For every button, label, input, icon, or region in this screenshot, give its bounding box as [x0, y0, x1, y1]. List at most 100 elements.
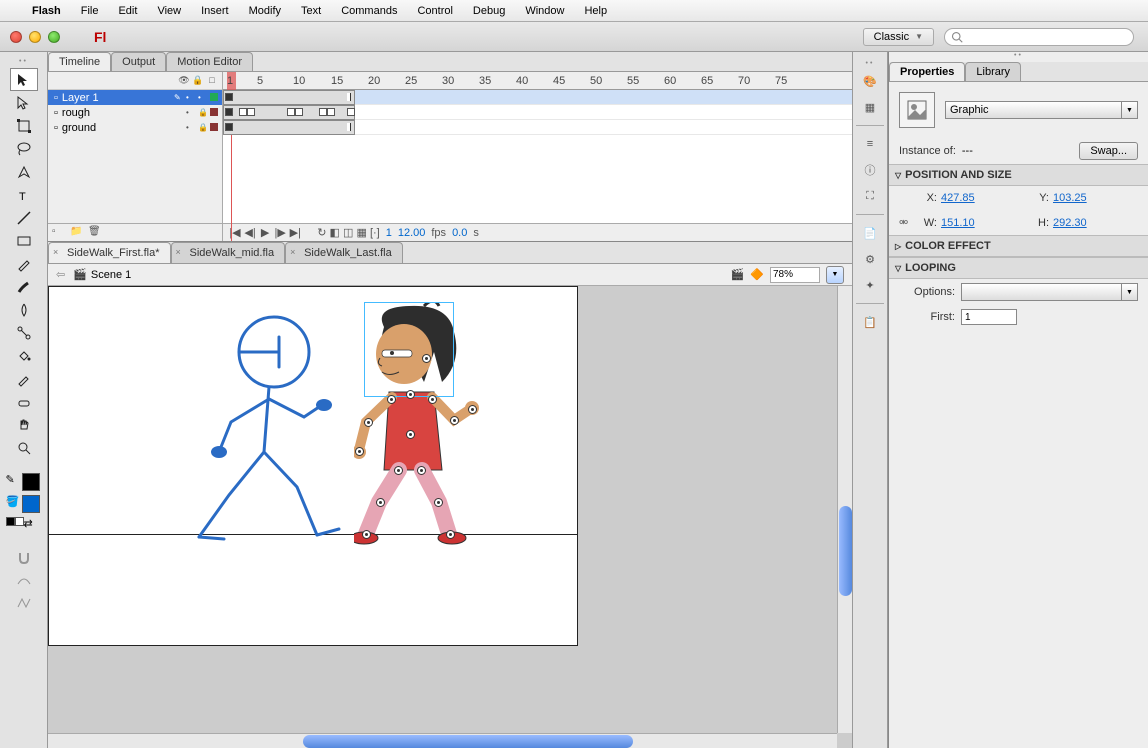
joint-icon[interactable] — [417, 466, 426, 475]
play-icon[interactable]: ▶ — [259, 226, 271, 239]
info-panel-icon[interactable]: ⓘ — [858, 158, 882, 182]
workspace-switcher[interactable]: Classic ▼ — [863, 28, 934, 46]
menu-control[interactable]: Control — [407, 2, 462, 20]
stroke-swatch[interactable]: ✎ — [6, 473, 42, 491]
onion-outline-icon[interactable]: ◫ — [343, 227, 353, 239]
tab-motion-editor[interactable]: Motion Editor — [166, 52, 253, 71]
section-looping[interactable]: ▽LOOPING — [889, 257, 1148, 279]
eyedropper-tool[interactable] — [10, 367, 38, 390]
deco-tool[interactable] — [10, 298, 38, 321]
selection-tool[interactable] — [10, 68, 38, 91]
stage[interactable] — [48, 286, 852, 748]
pencil-tool[interactable] — [10, 252, 38, 275]
new-layer-icon[interactable]: ▫ — [52, 226, 66, 240]
zoom-tool[interactable] — [10, 436, 38, 459]
prev-frame-icon[interactable]: ◀| — [244, 226, 256, 239]
menu-edit[interactable]: Edit — [108, 2, 147, 20]
zoom-input[interactable] — [770, 267, 820, 283]
section-position-size[interactable]: ▽POSITION AND SIZE — [889, 164, 1148, 186]
frame-row[interactable] — [223, 120, 852, 135]
zoom-dropdown[interactable]: ▼ — [826, 266, 844, 284]
joint-icon[interactable] — [406, 390, 415, 399]
project-panel-icon[interactable]: 📋 — [858, 310, 882, 334]
girl-character[interactable] — [354, 302, 509, 545]
joint-icon[interactable] — [406, 430, 415, 439]
scrollbar-vertical[interactable] — [837, 286, 852, 733]
joint-icon[interactable] — [450, 416, 459, 425]
symbol-type-dropdown[interactable]: Graphic ▼ — [945, 101, 1138, 119]
y-value[interactable]: 103.25 — [1053, 192, 1113, 204]
menu-modify[interactable]: Modify — [239, 2, 291, 20]
h-value[interactable]: 292.30 — [1053, 217, 1113, 229]
scene-breadcrumb[interactable]: 🎬 Scene 1 — [73, 268, 131, 281]
looping-options-dropdown[interactable]: ▼ — [961, 283, 1138, 301]
onion-skin-icon[interactable]: ◧ — [330, 227, 340, 239]
brush-tool[interactable] — [10, 275, 38, 298]
eye-icon[interactable]: 👁 — [178, 75, 190, 87]
frame-ruler[interactable]: 1 5 10 15 20 25 30 35 40 45 50 55 60 65 — [223, 72, 852, 90]
layer-row[interactable]: ▫ ground •🔒 — [48, 120, 222, 135]
joint-icon[interactable] — [422, 354, 431, 363]
menu-help[interactable]: Help — [574, 2, 617, 20]
fill-swatch[interactable]: 🪣 — [6, 495, 42, 513]
text-tool[interactable]: T — [10, 183, 38, 206]
edit-symbol-icon[interactable]: 🔶 — [750, 268, 764, 281]
next-frame-icon[interactable]: |▶ — [274, 226, 286, 239]
tab-timeline[interactable]: Timeline — [48, 52, 111, 71]
transform-panel-icon[interactable]: ⛶ — [858, 184, 882, 208]
smooth-tool[interactable] — [10, 568, 38, 591]
last-frame-icon[interactable]: ▶| — [289, 226, 301, 239]
x-value[interactable]: 427.85 — [941, 192, 1001, 204]
menu-debug[interactable]: Debug — [463, 2, 515, 20]
section-color-effect[interactable]: ▷COLOR EFFECT — [889, 235, 1148, 257]
components-panel-icon[interactable]: ⚙ — [858, 247, 882, 271]
menu-window[interactable]: Window — [515, 2, 574, 20]
frame-row[interactable] — [223, 105, 852, 120]
delete-layer-icon[interactable]: 🗑 — [88, 226, 102, 240]
edit-scene-icon[interactable]: 🎬 — [731, 268, 745, 281]
fps-value[interactable]: 12.00 — [398, 227, 426, 239]
menu-commands[interactable]: Commands — [331, 2, 407, 20]
joint-icon[interactable] — [387, 395, 396, 404]
lock-icon[interactable]: 🔒 — [192, 75, 204, 87]
lock-aspect-icon[interactable]: ⚮ — [899, 216, 913, 229]
scroll-thumb[interactable] — [839, 506, 852, 596]
rectangle-tool[interactable] — [10, 229, 38, 252]
joint-icon[interactable] — [428, 395, 437, 404]
menu-text[interactable]: Text — [291, 2, 331, 20]
outline-icon[interactable]: □ — [206, 75, 218, 87]
current-frame[interactable]: 1 — [386, 227, 392, 239]
color-panel-icon[interactable]: 🎨 — [858, 69, 882, 93]
joint-icon[interactable] — [376, 498, 385, 507]
bone-tool[interactable] — [10, 321, 38, 344]
frame-row[interactable] — [223, 90, 852, 105]
motion-presets-icon[interactable]: ✦ — [858, 273, 882, 297]
swap-swatch[interactable]: ⇄ — [6, 517, 42, 535]
back-icon[interactable]: ⇦ — [56, 268, 65, 281]
joint-icon[interactable] — [364, 418, 373, 427]
scroll-thumb[interactable] — [303, 735, 633, 748]
joint-icon[interactable] — [355, 447, 364, 456]
menu-insert[interactable]: Insert — [191, 2, 239, 20]
loop-icon[interactable]: ↻ — [317, 227, 326, 239]
close-tab-icon[interactable]: × — [53, 247, 58, 257]
free-transform-tool[interactable] — [10, 114, 38, 137]
zoom-icon[interactable] — [48, 31, 60, 43]
eraser-tool[interactable] — [10, 390, 38, 413]
code-panel-icon[interactable]: 📄 — [858, 221, 882, 245]
joint-icon[interactable] — [468, 405, 477, 414]
doc-tab[interactable]: ×SideWalk_mid.fla — [171, 242, 286, 263]
minimize-icon[interactable] — [29, 31, 41, 43]
joint-icon[interactable] — [394, 466, 403, 475]
w-value[interactable]: 151.10 — [941, 217, 1001, 229]
line-tool[interactable] — [10, 206, 38, 229]
joint-icon[interactable] — [362, 530, 371, 539]
close-icon[interactable] — [10, 31, 22, 43]
doc-tab[interactable]: ×SideWalk_Last.fla — [285, 242, 403, 263]
tab-output[interactable]: Output — [111, 52, 166, 71]
panel-grip-icon[interactable]: •• — [0, 58, 47, 68]
layer-row[interactable]: ▫ rough •🔒 — [48, 105, 222, 120]
scrollbar-horizontal[interactable] — [48, 733, 837, 748]
panel-grip-icon[interactable]: •• — [889, 52, 1148, 62]
joint-icon[interactable] — [434, 498, 443, 507]
